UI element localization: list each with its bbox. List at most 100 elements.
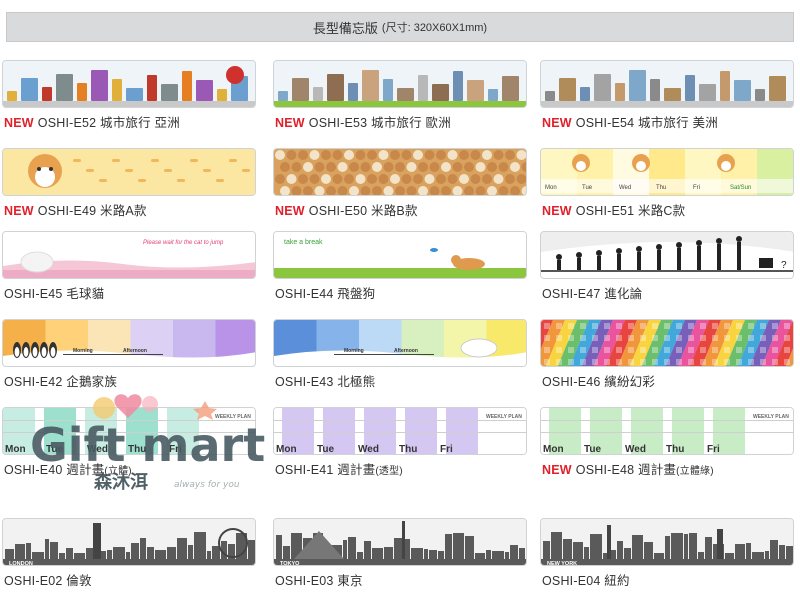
- product-label: NEW OSHI-E52 城市旅行 亞洲: [4, 112, 180, 131]
- city-label: LONDON: [9, 561, 33, 566]
- product-code: OSHI-E45: [4, 287, 67, 301]
- memo-board-illustration: [274, 61, 526, 107]
- product-thumbnail[interactable]: [540, 319, 794, 367]
- product-code: OSHI-E54: [575, 116, 639, 130]
- morning-label: Morning: [73, 348, 93, 354]
- new-badge: NEW: [275, 116, 305, 130]
- weekday-label: Wed: [358, 444, 379, 455]
- product-name: 城市旅行 美洲: [638, 116, 718, 130]
- memo-board-illustration: Morning Afternoon: [274, 320, 526, 366]
- memo-board-illustration: [274, 149, 526, 195]
- cat-phrase: Please wait for the cat to jump: [143, 240, 224, 246]
- weekday-label: Tue: [317, 444, 334, 455]
- product-thumbnail[interactable]: [540, 60, 794, 108]
- product-thumbnail[interactable]: WEEKLY PLAN Mon Tue Wed Thu Fri: [540, 407, 794, 455]
- product-thumbnail[interactable]: Morning Afternoon: [2, 319, 256, 367]
- product-name: 企鵝家族: [66, 375, 118, 389]
- product-label: NEW OSHI-E49 米路A款: [4, 200, 147, 219]
- product-name: 紐約: [604, 574, 630, 588]
- product-thumbnail[interactable]: WEEKLY PLAN Mon Tue Wed Thu Fri: [273, 407, 527, 455]
- product-label: OSHI-E46 繽紛幻彩: [542, 371, 655, 390]
- product-thumbnail[interactable]: [2, 148, 256, 196]
- city-label: NEW YORK: [547, 561, 577, 566]
- weekday-label: Wed: [619, 185, 631, 191]
- memo-board-illustration: WEEKLY PLANMon Tue Wed Thu Fri: [541, 408, 793, 455]
- memo-board-illustration: Morning Afternoon: [3, 320, 255, 366]
- product-code: OSHI-E49: [37, 204, 101, 218]
- product-code: OSHI-E52: [37, 116, 101, 130]
- product-label: OSHI-E02 倫敦: [4, 570, 92, 589]
- product-code: OSHI-E04: [542, 574, 605, 588]
- product-thumbnail[interactable]: [273, 60, 527, 108]
- product-code: OSHI-E03: [275, 574, 338, 588]
- product-name: 週計畫: [638, 463, 677, 477]
- product-code: OSHI-E53: [308, 116, 372, 130]
- product-name: 進化論: [604, 287, 643, 301]
- product-thumbnail[interactable]: [273, 148, 527, 196]
- memo-board-illustration: WEEKLY PLANMon Tue Wed Thu Fri: [274, 408, 526, 455]
- memo-board-illustration: NEW YORK: [541, 519, 793, 566]
- product-label: NEW OSHI-E51 米路C款: [542, 200, 685, 219]
- product-thumbnail[interactable]: LONDON: [2, 518, 256, 566]
- product-code: OSHI-E47: [542, 287, 605, 301]
- product-label: NEW OSHI-E53 城市旅行 歐洲: [275, 112, 451, 131]
- product-code: OSHI-E43: [275, 375, 338, 389]
- star-icon: [193, 401, 217, 420]
- weekday-label: Fri: [440, 444, 453, 455]
- memo-board-illustration: Mon Tue Wed Thu Fri Sat/Sun: [541, 149, 793, 195]
- product-code: OSHI-E46: [542, 375, 605, 389]
- afternoon-label: Afternoon: [394, 348, 418, 354]
- new-badge: NEW: [542, 463, 572, 477]
- weekday-label: Fri: [693, 185, 700, 191]
- product-name: 繽紛幻彩: [604, 375, 656, 389]
- new-badge: NEW: [4, 116, 34, 130]
- product-name: 週計畫: [337, 463, 376, 477]
- product-label: OSHI-E03 東京: [275, 570, 363, 589]
- new-badge: NEW: [4, 204, 34, 218]
- product-thumbnail[interactable]: Mon Tue Wed Thu Fri Sat/Sun: [540, 148, 794, 196]
- product-thumbnail[interactable]: Please wait for the cat to jump: [2, 231, 256, 279]
- brand-watermark: Gift mart 森沐洱 always for you: [20, 392, 290, 512]
- product-name: 北極熊: [337, 375, 376, 389]
- memo-board-illustration: [541, 61, 793, 107]
- product-thumbnail[interactable]: NEW YORK: [540, 518, 794, 566]
- weekday-label: Sat/Sun: [730, 185, 751, 191]
- product-name: 城市旅行 歐洲: [371, 116, 451, 130]
- product-code: OSHI-E02: [4, 574, 67, 588]
- product-code: OSHI-E48: [575, 463, 639, 477]
- product-subtype: (立體綠): [676, 466, 714, 477]
- product-thumbnail[interactable]: Morning Afternoon: [273, 319, 527, 367]
- weekday-label: Thu: [399, 444, 417, 455]
- weekday-label: Thu: [666, 444, 684, 455]
- product-thumbnail[interactable]: [2, 60, 256, 108]
- product-thumbnail[interactable]: ?: [540, 231, 794, 279]
- new-badge: NEW: [542, 116, 572, 130]
- product-label: NEW OSHI-E50 米路B款: [275, 200, 418, 219]
- product-name: 飛盤狗: [337, 287, 376, 301]
- product-label: OSHI-E04 紐約: [542, 570, 630, 589]
- watermark-chinese: 森沐洱: [94, 472, 148, 493]
- city-label: TOKYO: [280, 561, 300, 566]
- product-code: OSHI-E51: [575, 204, 639, 218]
- afternoon-label: Afternoon: [123, 348, 147, 354]
- memo-board-illustration: Please wait for the cat to jump: [3, 232, 255, 278]
- product-code: OSHI-E50: [308, 204, 372, 218]
- product-name: 城市旅行 亞洲: [100, 116, 180, 130]
- product-code: OSHI-E44: [275, 287, 338, 301]
- product-name: 倫敦: [66, 574, 92, 588]
- product-label: OSHI-E45 毛球貓: [4, 283, 104, 302]
- weekday-label: Tue: [584, 444, 601, 455]
- question-mark: ?: [781, 260, 787, 271]
- weekday-label: Thu: [656, 185, 666, 191]
- product-thumbnail[interactable]: TOKYO: [273, 518, 527, 566]
- product-name: 東京: [337, 574, 363, 588]
- product-code: OSHI-E42: [4, 375, 67, 389]
- weekday-label: Mon: [545, 185, 557, 191]
- watermark-brand: Gift mart: [30, 418, 266, 472]
- weekday-label: Fri: [707, 444, 720, 455]
- product-label: OSHI-E44 飛盤狗: [275, 283, 375, 302]
- morning-label: Morning: [344, 348, 364, 354]
- memo-board-illustration: TOKYO: [274, 519, 526, 566]
- product-thumbnail[interactable]: take a break: [273, 231, 527, 279]
- memo-board-illustration: LONDON: [3, 519, 255, 566]
